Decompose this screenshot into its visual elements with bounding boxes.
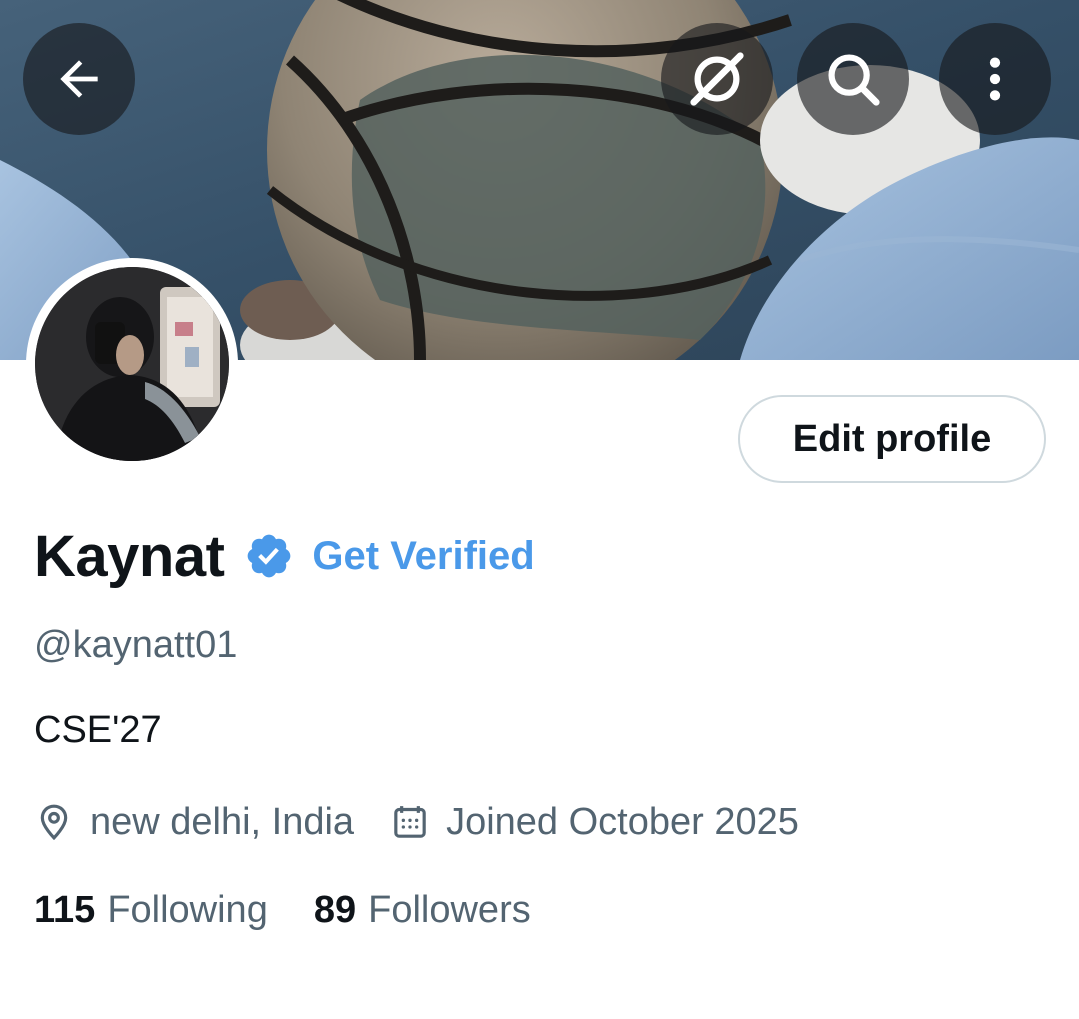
- followers-count: 89: [313, 888, 357, 931]
- profile-page: Edit profile Kaynat Get Verified @kaynat…: [0, 0, 1079, 1019]
- more-vertical-icon: [989, 57, 1001, 101]
- followers-link[interactable]: 89 Followers: [314, 889, 531, 932]
- avatar[interactable]: [26, 258, 238, 470]
- grok-button[interactable]: [661, 23, 773, 135]
- edit-profile-button[interactable]: Edit profile: [738, 395, 1046, 483]
- followers-label: Followers: [368, 888, 531, 931]
- profile-meta: new delhi, India Joined October 2025: [34, 796, 799, 848]
- avatar-image: [35, 267, 229, 461]
- search-button[interactable]: [797, 23, 909, 135]
- display-name: Kaynat: [34, 523, 225, 589]
- user-handle: @kaynatt01: [34, 624, 238, 666]
- location-text: new delhi, India: [90, 800, 355, 843]
- arrow-left-icon: [60, 60, 98, 98]
- location-pin-icon: [34, 802, 74, 842]
- bio: CSE'27: [34, 709, 162, 751]
- verified-badge-icon: [244, 531, 294, 581]
- grok-icon: [690, 52, 744, 106]
- back-button[interactable]: [23, 23, 135, 135]
- following-count: 115: [34, 888, 96, 931]
- name-row: Kaynat Get Verified: [34, 518, 535, 594]
- more-options-button[interactable]: [939, 23, 1051, 135]
- following-link[interactable]: 115 Following: [34, 889, 268, 932]
- search-icon: [828, 54, 880, 106]
- following-label: Following: [107, 888, 268, 931]
- get-verified-link[interactable]: Get Verified: [312, 534, 534, 579]
- follow-stats: 115 Following 89 Followers: [34, 884, 531, 936]
- calendar-icon: [390, 802, 430, 842]
- joined-date-text: Joined October 2025: [446, 800, 799, 843]
